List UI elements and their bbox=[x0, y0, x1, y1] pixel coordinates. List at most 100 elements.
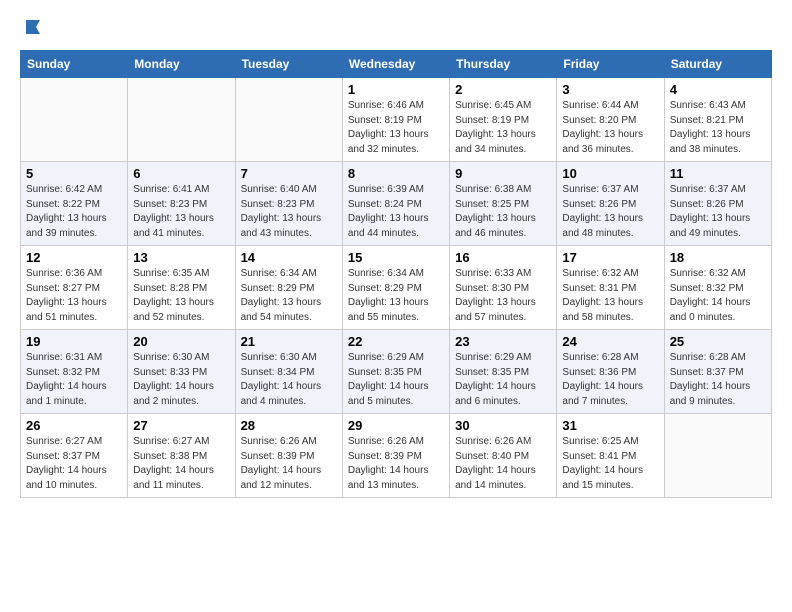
calendar-cell: 29Sunrise: 6:26 AM Sunset: 8:39 PM Dayli… bbox=[342, 414, 449, 498]
calendar-cell bbox=[128, 78, 235, 162]
day-number: 17 bbox=[562, 250, 658, 265]
calendar-week-row: 12 Sunrise: 6:36 AM Sunset: 8:27 PM Dayli… bbox=[21, 246, 772, 330]
day-number: 16 bbox=[455, 250, 551, 265]
weekday-header: Sunday bbox=[21, 51, 128, 78]
day-info: Sunrise: 6:32 AM Sunset: 8:31 PM Dayligh… bbox=[562, 267, 658, 325]
day-info: Sunrise: 6:39 AM Sunset: 8:24 PM Dayligh… bbox=[348, 183, 444, 241]
calendar-week-row: 19 Sunrise: 6:31 AM Sunset: 8:32 PM Dayli… bbox=[21, 330, 772, 414]
calendar-cell: 27 Sunrise: 6:27 AM Sunset: 8:38 PM Dayli… bbox=[128, 414, 235, 498]
day-number: 8 bbox=[348, 166, 444, 181]
day-info: Sunrise: 6:34 AM Sunset: 8:29 PM Dayligh… bbox=[241, 267, 337, 325]
day-info: Sunrise: 6:28 AM Sunset: 8:37 PM Dayligh… bbox=[670, 351, 766, 409]
day-number: 14 bbox=[241, 250, 337, 265]
day-info: Sunrise: 6:30 AM Sunset: 8:33 PM Dayligh… bbox=[133, 351, 229, 409]
calendar-cell: 1 Sunrise: 6:46 AM Sunset: 8:19 PM Daylig… bbox=[342, 78, 449, 162]
weekday-header: Tuesday bbox=[235, 51, 342, 78]
logo-text bbox=[20, 16, 44, 38]
day-info: Sunrise: 6:27 AM Sunset: 8:38 PM Dayligh… bbox=[133, 435, 229, 493]
calendar-cell: 28 Sunrise: 6:26 AM Sunset: 8:39 PM Dayli… bbox=[235, 414, 342, 498]
calendar-cell: 6Sunrise: 6:41 AM Sunset: 8:23 PM Daylig… bbox=[128, 162, 235, 246]
weekday-header: Monday bbox=[128, 51, 235, 78]
day-number: 2 bbox=[455, 82, 551, 97]
day-info: Sunrise: 6:37 AM Sunset: 8:26 PM Dayligh… bbox=[670, 183, 766, 241]
day-info: Sunrise: 6:34 AM Sunset: 8:29 PM Dayligh… bbox=[348, 267, 444, 325]
calendar-cell: 5Sunrise: 6:42 AM Sunset: 8:22 PM Daylig… bbox=[21, 162, 128, 246]
day-number: 3 bbox=[562, 82, 658, 97]
day-number: 10 bbox=[562, 166, 658, 181]
calendar-cell: 22Sunrise: 6:29 AM Sunset: 8:35 PM Dayli… bbox=[342, 330, 449, 414]
day-info: Sunrise: 6:45 AM Sunset: 8:19 PM Dayligh… bbox=[455, 99, 551, 157]
day-info: Sunrise: 6:42 AM Sunset: 8:22 PM Dayligh… bbox=[26, 183, 122, 241]
weekday-header: Thursday bbox=[450, 51, 557, 78]
page: SundayMondayTuesdayWednesdayThursdayFrid… bbox=[0, 0, 792, 514]
day-info: Sunrise: 6:30 AM Sunset: 8:34 PM Dayligh… bbox=[241, 351, 337, 409]
day-info: Sunrise: 6:29 AM Sunset: 8:35 PM Dayligh… bbox=[455, 351, 551, 409]
day-info: Sunrise: 6:26 AM Sunset: 8:39 PM Dayligh… bbox=[348, 435, 444, 493]
day-number: 27 bbox=[133, 418, 229, 433]
calendar-week-row: 1 Sunrise: 6:46 AM Sunset: 8:19 PM Daylig… bbox=[21, 78, 772, 162]
day-info: Sunrise: 6:31 AM Sunset: 8:32 PM Dayligh… bbox=[26, 351, 122, 409]
day-info: Sunrise: 6:46 AM Sunset: 8:19 PM Dayligh… bbox=[348, 99, 444, 157]
day-info: Sunrise: 6:44 AM Sunset: 8:20 PM Dayligh… bbox=[562, 99, 658, 157]
logo-icon bbox=[22, 16, 44, 38]
weekday-header: Wednesday bbox=[342, 51, 449, 78]
day-info: Sunrise: 6:41 AM Sunset: 8:23 PM Dayligh… bbox=[133, 183, 229, 241]
calendar-cell: 7 Sunrise: 6:40 AM Sunset: 8:23 PM Daylig… bbox=[235, 162, 342, 246]
day-number: 28 bbox=[241, 418, 337, 433]
day-number: 4 bbox=[670, 82, 766, 97]
weekday-header: Saturday bbox=[664, 51, 771, 78]
calendar-cell: 17 Sunrise: 6:32 AM Sunset: 8:31 PM Dayli… bbox=[557, 246, 664, 330]
day-info: Sunrise: 6:43 AM Sunset: 8:21 PM Dayligh… bbox=[670, 99, 766, 157]
calendar-cell: 30 Sunrise: 6:26 AM Sunset: 8:40 PM Dayli… bbox=[450, 414, 557, 498]
day-info: Sunrise: 6:37 AM Sunset: 8:26 PM Dayligh… bbox=[562, 183, 658, 241]
day-info: Sunrise: 6:26 AM Sunset: 8:39 PM Dayligh… bbox=[241, 435, 337, 493]
day-number: 7 bbox=[241, 166, 337, 181]
calendar-cell: 15 Sunrise: 6:34 AM Sunset: 8:29 PM Dayli… bbox=[342, 246, 449, 330]
calendar-cell bbox=[235, 78, 342, 162]
day-info: Sunrise: 6:25 AM Sunset: 8:41 PM Dayligh… bbox=[562, 435, 658, 493]
day-number: 13 bbox=[133, 250, 229, 265]
day-info: Sunrise: 6:38 AM Sunset: 8:25 PM Dayligh… bbox=[455, 183, 551, 241]
day-info: Sunrise: 6:27 AM Sunset: 8:37 PM Dayligh… bbox=[26, 435, 122, 493]
day-number: 12 bbox=[26, 250, 122, 265]
day-number: 1 bbox=[348, 82, 444, 97]
day-info: Sunrise: 6:28 AM Sunset: 8:36 PM Dayligh… bbox=[562, 351, 658, 409]
day-info: Sunrise: 6:33 AM Sunset: 8:30 PM Dayligh… bbox=[455, 267, 551, 325]
calendar-cell: 24 Sunrise: 6:28 AM Sunset: 8:36 PM Dayli… bbox=[557, 330, 664, 414]
calendar-cell: 2 Sunrise: 6:45 AM Sunset: 8:19 PM Daylig… bbox=[450, 78, 557, 162]
calendar-cell: 31 Sunrise: 6:25 AM Sunset: 8:41 PM Dayli… bbox=[557, 414, 664, 498]
day-number: 11 bbox=[670, 166, 766, 181]
day-info: Sunrise: 6:35 AM Sunset: 8:28 PM Dayligh… bbox=[133, 267, 229, 325]
day-number: 31 bbox=[562, 418, 658, 433]
day-info: Sunrise: 6:26 AM Sunset: 8:40 PM Dayligh… bbox=[455, 435, 551, 493]
calendar-cell: 25Sunrise: 6:28 AM Sunset: 8:37 PM Dayli… bbox=[664, 330, 771, 414]
logo bbox=[20, 16, 44, 38]
calendar-week-row: 5Sunrise: 6:42 AM Sunset: 8:22 PM Daylig… bbox=[21, 162, 772, 246]
header-row: SundayMondayTuesdayWednesdayThursdayFrid… bbox=[21, 51, 772, 78]
calendar-cell: 12 Sunrise: 6:36 AM Sunset: 8:27 PM Dayli… bbox=[21, 246, 128, 330]
day-number: 26 bbox=[26, 418, 122, 433]
day-number: 18 bbox=[670, 250, 766, 265]
day-number: 19 bbox=[26, 334, 122, 349]
header bbox=[20, 16, 772, 38]
day-number: 23 bbox=[455, 334, 551, 349]
calendar-cell bbox=[664, 414, 771, 498]
day-info: Sunrise: 6:32 AM Sunset: 8:32 PM Dayligh… bbox=[670, 267, 766, 325]
calendar-week-row: 26 Sunrise: 6:27 AM Sunset: 8:37 PM Dayli… bbox=[21, 414, 772, 498]
day-number: 20 bbox=[133, 334, 229, 349]
calendar-cell: 20 Sunrise: 6:30 AM Sunset: 8:33 PM Dayli… bbox=[128, 330, 235, 414]
day-number: 22 bbox=[348, 334, 444, 349]
day-number: 24 bbox=[562, 334, 658, 349]
calendar-cell: 13 Sunrise: 6:35 AM Sunset: 8:28 PM Dayli… bbox=[128, 246, 235, 330]
day-number: 15 bbox=[348, 250, 444, 265]
calendar-table: SundayMondayTuesdayWednesdayThursdayFrid… bbox=[20, 50, 772, 498]
day-number: 21 bbox=[241, 334, 337, 349]
calendar-cell: 26 Sunrise: 6:27 AM Sunset: 8:37 PM Dayli… bbox=[21, 414, 128, 498]
day-info: Sunrise: 6:40 AM Sunset: 8:23 PM Dayligh… bbox=[241, 183, 337, 241]
calendar-cell: 4 Sunrise: 6:43 AM Sunset: 8:21 PM Daylig… bbox=[664, 78, 771, 162]
day-info: Sunrise: 6:36 AM Sunset: 8:27 PM Dayligh… bbox=[26, 267, 122, 325]
day-number: 30 bbox=[455, 418, 551, 433]
weekday-header: Friday bbox=[557, 51, 664, 78]
day-number: 9 bbox=[455, 166, 551, 181]
calendar-cell: 16 Sunrise: 6:33 AM Sunset: 8:30 PM Dayli… bbox=[450, 246, 557, 330]
